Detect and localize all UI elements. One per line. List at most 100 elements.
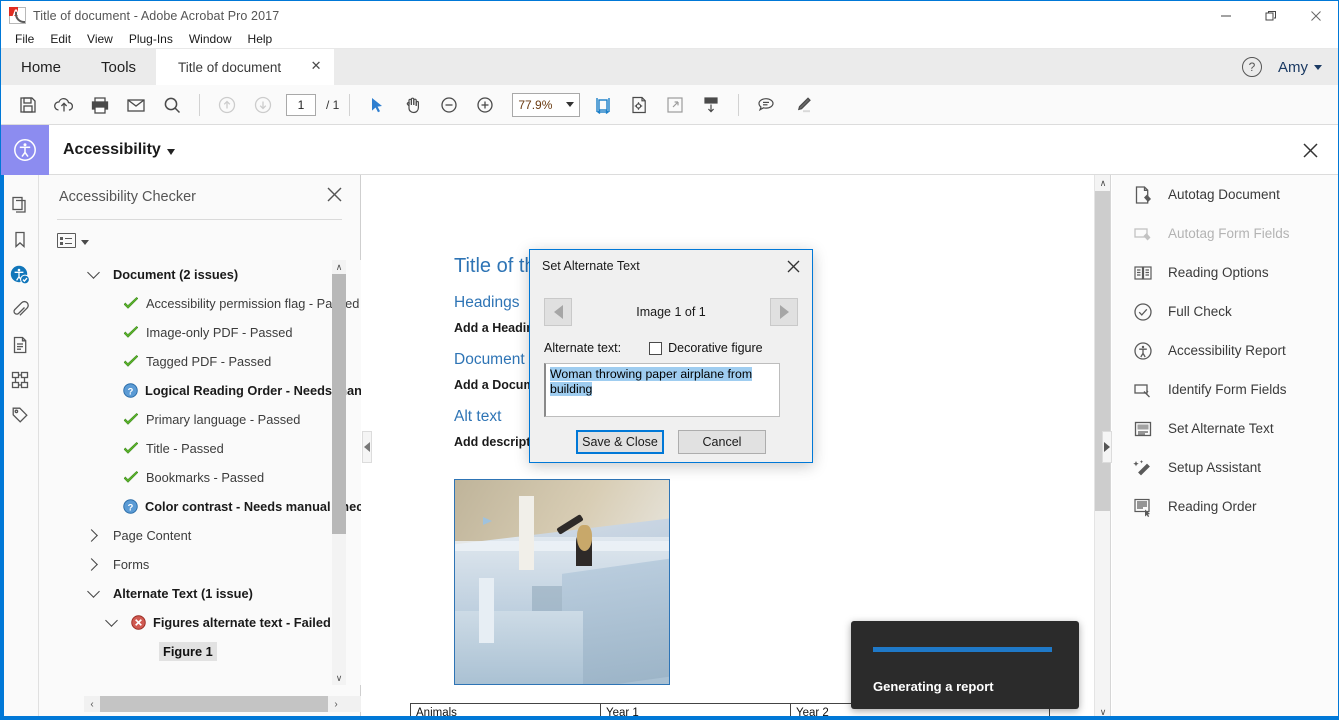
- rail-item-content[interactable]: [1, 327, 39, 362]
- help-icon[interactable]: ?: [1242, 57, 1262, 77]
- highlighter-icon[interactable]: [785, 88, 819, 122]
- rail-item-order[interactable]: [1, 397, 39, 432]
- checker-vertical-scrollbar[interactable]: ∧ ∨: [332, 260, 346, 685]
- chevron-down-icon[interactable]: [105, 614, 118, 627]
- scroll-right-button[interactable]: ›: [328, 696, 344, 712]
- menu-file[interactable]: File: [7, 30, 42, 49]
- tab-tools[interactable]: Tools: [81, 49, 157, 85]
- upload-cloud-icon[interactable]: [47, 88, 81, 122]
- rail-item-attachments[interactable]: [1, 292, 39, 327]
- left-panel-splitter[interactable]: [362, 431, 372, 463]
- chevron-down-icon[interactable]: [87, 266, 100, 279]
- tree-item[interactable]: Page Content: [39, 521, 361, 550]
- dialog-close-button[interactable]: [784, 257, 802, 275]
- scrollbar-thumb[interactable]: [332, 274, 346, 534]
- next-page-icon[interactable]: [246, 88, 280, 122]
- accessibility-close-button[interactable]: [1283, 125, 1338, 175]
- print-icon[interactable]: [83, 88, 117, 122]
- tree-item[interactable]: ? Logical Reading Order - Needs manual ch…: [39, 376, 361, 405]
- list-options-icon[interactable]: [57, 232, 76, 248]
- scroll-down-button[interactable]: ∨: [332, 671, 346, 685]
- tool-item-label: Identify Form Fields: [1168, 382, 1287, 397]
- menu-view[interactable]: View: [79, 30, 121, 49]
- right-panel-splitter[interactable]: [1102, 431, 1112, 463]
- tree-item[interactable]: Figures alternate text - Failed: [39, 608, 361, 637]
- menu-edit[interactable]: Edit: [42, 30, 79, 49]
- tool-item-identify-form-fields[interactable]: Identify Form Fields: [1112, 370, 1338, 409]
- rail-item-accessibility-checker[interactable]: [1, 257, 39, 292]
- tree-item[interactable]: Title - Passed: [39, 434, 361, 463]
- tree-item[interactable]: Primary language - Passed: [39, 405, 361, 434]
- previous-page-icon[interactable]: [210, 88, 244, 122]
- tree-item[interactable]: Accessibility permission flag - Passed: [39, 289, 361, 318]
- scroll-left-button[interactable]: ‹: [84, 696, 100, 712]
- tree-item[interactable]: Document (2 issues): [39, 260, 361, 289]
- page-number-input[interactable]: 1: [286, 93, 316, 116]
- accessibility-issue-tree[interactable]: Document (2 issues) Accessibility permiss…: [39, 260, 361, 685]
- decorative-figure-checkbox[interactable]: [649, 341, 663, 355]
- hscrollbar-thumb[interactable]: [100, 696, 328, 712]
- chevron-down-icon[interactable]: [166, 148, 175, 155]
- tool-item-accessibility-report[interactable]: Accessibility Report: [1112, 331, 1338, 370]
- checker-panel-close-button[interactable]: [327, 187, 342, 207]
- zoom-level-select[interactable]: 77.9%: [512, 92, 581, 117]
- tab-document[interactable]: Title of document ✕: [156, 49, 335, 85]
- hand-icon[interactable]: [396, 88, 430, 122]
- email-icon[interactable]: [119, 88, 153, 122]
- decorative-figure-checkbox-group[interactable]: Decorative figure: [649, 341, 763, 355]
- menu-help[interactable]: Help: [240, 30, 281, 49]
- save-icon[interactable]: [11, 88, 45, 122]
- zoom-out-icon[interactable]: [432, 88, 466, 122]
- tool-item-setup-assistant[interactable]: Setup Assistant: [1112, 448, 1338, 487]
- tool-item-autotag-document[interactable]: Autotag Document: [1112, 175, 1338, 214]
- rail-item-tags[interactable]: [1, 362, 39, 397]
- tool-item-set-alternate-text[interactable]: Set Alternate Text: [1112, 409, 1338, 448]
- tree-item[interactable]: Forms: [39, 550, 361, 579]
- tool-item-full-check[interactable]: Full Check: [1112, 292, 1338, 331]
- scrollbar-thumb[interactable]: [1095, 191, 1110, 511]
- page-tools-icon[interactable]: [622, 88, 656, 122]
- restore-button[interactable]: [1248, 1, 1293, 30]
- tree-item[interactable]: Figure 1: [39, 637, 361, 666]
- close-button[interactable]: [1293, 1, 1338, 30]
- tree-item[interactable]: Bookmarks - Passed: [39, 463, 361, 492]
- tree-item[interactable]: Alternate Text (1 issue): [39, 579, 361, 608]
- fit-screen-icon[interactable]: [658, 88, 692, 122]
- tree-item-label: Tagged PDF - Passed: [146, 354, 272, 369]
- rail-item-page-thumbnails[interactable]: [1, 187, 39, 222]
- search-icon[interactable]: [155, 88, 189, 122]
- doc-figure-image[interactable]: [454, 479, 670, 685]
- minimize-button[interactable]: [1203, 1, 1248, 30]
- rail-item-bookmarks[interactable]: [1, 222, 39, 257]
- tree-item[interactable]: Image-only PDF - Passed: [39, 318, 361, 347]
- fit-width-icon[interactable]: [586, 88, 620, 122]
- chevron-right-icon[interactable]: [85, 558, 99, 571]
- scroll-up-button[interactable]: ∧: [1095, 175, 1110, 191]
- page-total-label: / 1: [326, 97, 340, 112]
- account-name[interactable]: Amy: [1278, 59, 1308, 76]
- tool-item-reading-order[interactable]: Reading Order: [1112, 487, 1338, 526]
- zoom-in-icon[interactable]: [468, 88, 502, 122]
- chevron-down-icon[interactable]: [87, 585, 100, 598]
- chevron-right-icon[interactable]: [85, 529, 99, 542]
- chevron-down-icon[interactable]: [1314, 64, 1322, 70]
- comment-icon[interactable]: [749, 88, 783, 122]
- tab-close-icon[interactable]: ✕: [310, 59, 322, 72]
- previous-image-button[interactable]: [544, 298, 572, 326]
- cancel-button[interactable]: Cancel: [678, 430, 766, 454]
- tree-item[interactable]: Tagged PDF - Passed: [39, 347, 361, 376]
- tool-item-reading-options[interactable]: Reading Options: [1112, 253, 1338, 292]
- menu-plugins[interactable]: Plug-Ins: [121, 30, 181, 49]
- checker-horizontal-scrollbar[interactable]: ‹ ›: [84, 696, 361, 712]
- next-image-button[interactable]: [770, 298, 798, 326]
- cursor-arrow-icon[interactable]: [360, 88, 394, 122]
- tree-item[interactable]: ? Color contrast - Needs manual check: [39, 492, 361, 521]
- scroll-up-button[interactable]: ∧: [332, 260, 346, 274]
- alt-text-input[interactable]: Woman throwing paper airplane from build…: [544, 363, 780, 417]
- alt-text-row: Alternate text: Decorative figure: [544, 341, 798, 355]
- tab-home[interactable]: Home: [1, 49, 82, 85]
- menu-window[interactable]: Window: [181, 30, 240, 49]
- chevron-down-icon[interactable]: [81, 239, 89, 245]
- save-and-close-button[interactable]: Save & Close: [576, 430, 664, 454]
- scroll-mode-icon[interactable]: [694, 88, 728, 122]
